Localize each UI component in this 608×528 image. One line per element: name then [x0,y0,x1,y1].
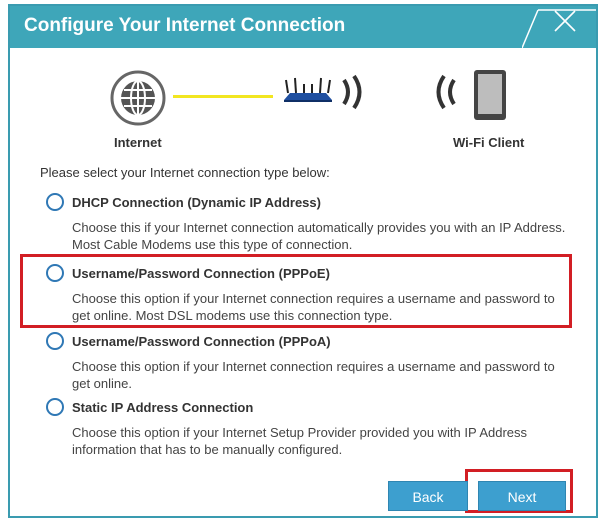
close-button[interactable] [522,6,596,48]
option-static-ip-title: Static IP Address Connection [72,400,254,415]
option-pppoa-description: Choose this option if your Internet conn… [72,359,555,391]
wifi-signal-right-icon [342,74,362,110]
configure-dialog: Configure Your Internet Connection Inter… [8,4,598,518]
radio-dhcp[interactable] [46,193,64,211]
dialog-title: Configure Your Internet Connection [24,15,346,36]
back-button[interactable]: Back [388,481,468,511]
wifi-client-device-icon [474,70,506,120]
wifi-client-label: Wi-Fi Client [453,135,525,150]
close-icon[interactable] [552,8,578,34]
option-dhcp-description: Choose this if your Internet connection … [72,220,566,252]
internet-label: Internet [114,135,162,150]
radio-pppoa[interactable] [46,332,64,350]
dialog-titlebar: Configure Your Internet Connection [10,6,596,48]
connection-line [173,95,273,98]
pppoe-highlight-box [20,254,572,328]
connection-type-prompt: Please select your Internet connection t… [40,165,330,180]
option-dhcp-title: DHCP Connection (Dynamic IP Address) [72,195,321,210]
option-pppoa-title: Username/Password Connection (PPPoA) [72,334,331,349]
wifi-signal-left-icon [436,74,456,110]
router-icon [284,77,332,102]
option-static-ip-description: Choose this option if your Internet Setu… [72,425,528,457]
radio-static-ip[interactable] [46,398,64,416]
next-button[interactable]: Next [478,481,566,511]
globe-icon [110,70,166,126]
